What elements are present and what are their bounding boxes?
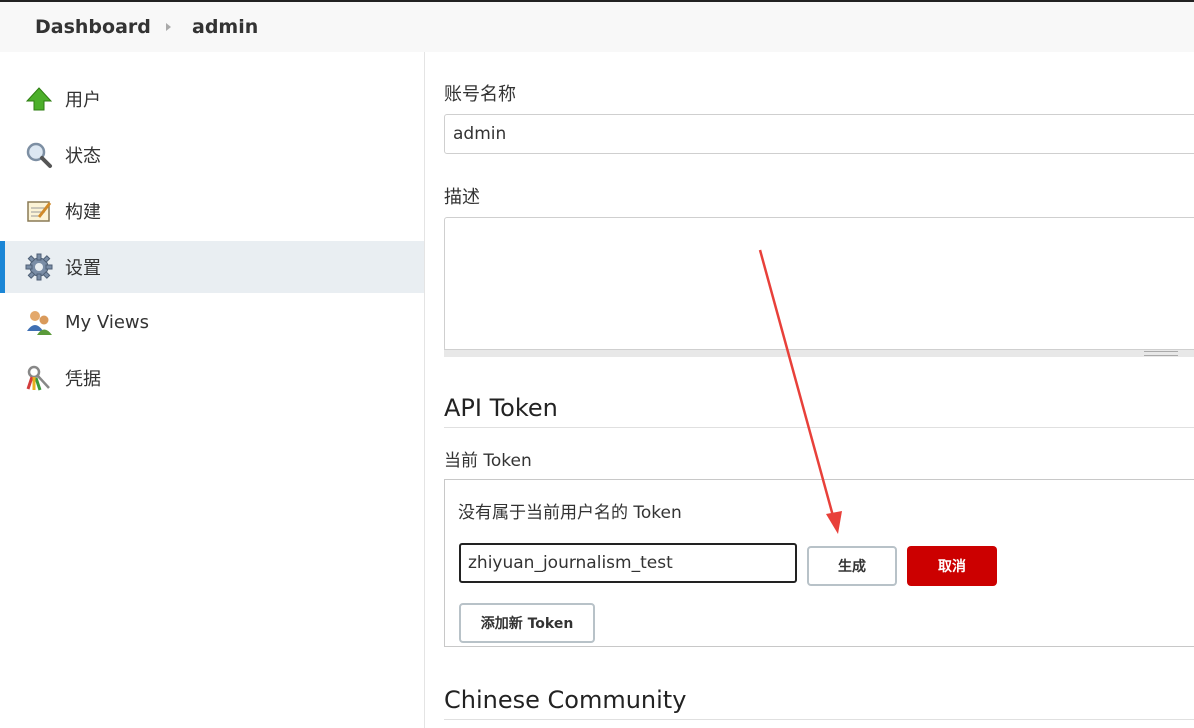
sidebar: 用户 状态 构建 设置 My Views 凭据 bbox=[0, 52, 425, 728]
section-divider bbox=[444, 427, 1194, 428]
sidebar-item-users[interactable]: 用户 bbox=[0, 73, 424, 125]
users-icon bbox=[24, 307, 54, 337]
api-token-heading: API Token bbox=[444, 394, 558, 422]
description-label: 描述 bbox=[444, 187, 480, 208]
token-panel: 没有属于当前用户名的 Token zhiyuan_journalism_test… bbox=[444, 479, 1194, 647]
sidebar-item-label: 设置 bbox=[65, 258, 101, 279]
description-textarea[interactable] bbox=[444, 217, 1194, 351]
breadcrumb-user[interactable]: admin bbox=[192, 16, 258, 38]
gear-icon bbox=[24, 252, 54, 282]
notepad-icon bbox=[24, 196, 54, 226]
sidebar-item-credentials[interactable]: 凭据 bbox=[0, 352, 424, 404]
sidebar-item-label: My Views bbox=[65, 311, 149, 333]
section-divider bbox=[444, 719, 1194, 720]
account-label: 账号名称 bbox=[444, 84, 516, 105]
resize-grip-icon[interactable] bbox=[1144, 351, 1178, 356]
keys-icon bbox=[24, 363, 54, 393]
current-token-label: 当前 Token bbox=[444, 451, 532, 471]
account-name-input[interactable]: admin bbox=[444, 114, 1194, 154]
sidebar-item-label: 凭据 bbox=[65, 369, 101, 390]
cancel-button[interactable]: 取消 bbox=[907, 546, 997, 586]
sidebar-item-label: 用户 bbox=[65, 90, 101, 111]
sidebar-item-label: 构建 bbox=[65, 202, 101, 223]
no-token-note: 没有属于当前用户名的 Token bbox=[458, 503, 682, 523]
generate-button[interactable]: 生成 bbox=[807, 546, 897, 586]
description-resize-bar[interactable] bbox=[444, 349, 1194, 357]
breadcrumb-dashboard[interactable]: Dashboard bbox=[35, 16, 151, 38]
chinese-community-heading: Chinese Community bbox=[444, 686, 687, 714]
magnifier-icon bbox=[24, 140, 54, 170]
sidebar-item-settings[interactable]: 设置 bbox=[0, 241, 424, 293]
add-token-button[interactable]: 添加新 Token bbox=[459, 603, 595, 643]
sidebar-item-build[interactable]: 构建 bbox=[0, 185, 424, 237]
sidebar-item-my-views[interactable]: My Views bbox=[0, 296, 424, 348]
up-arrow-icon bbox=[24, 84, 54, 114]
breadcrumb-separator-icon bbox=[166, 23, 171, 31]
sidebar-item-label: 状态 bbox=[65, 146, 101, 167]
breadcrumb-bar: Dashboard admin bbox=[0, 0, 1194, 52]
token-name-input[interactable]: zhiyuan_journalism_test bbox=[459, 543, 797, 583]
sidebar-item-status[interactable]: 状态 bbox=[0, 129, 424, 181]
